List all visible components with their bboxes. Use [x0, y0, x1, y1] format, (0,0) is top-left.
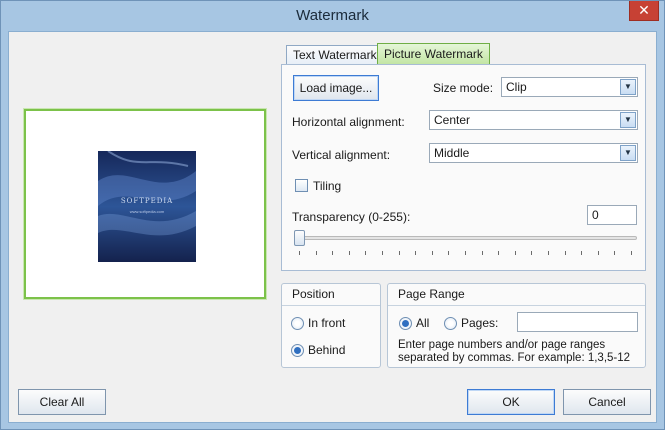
size-mode-value: Clip — [506, 80, 527, 94]
transparency-slider-thumb[interactable] — [294, 230, 305, 246]
preview-watermark-subtext: www.softpedia.com — [129, 209, 165, 214]
slider-tick — [415, 251, 417, 255]
vertical-alignment-label: Vertical alignment: — [292, 148, 391, 162]
vertical-alignment-select[interactable]: Middle ▼ — [429, 143, 638, 163]
chevron-down-icon[interactable]: ▼ — [620, 112, 636, 128]
behind-label: Behind — [308, 343, 346, 357]
in-front-label: In front — [308, 316, 346, 330]
slider-tick — [581, 251, 583, 255]
size-mode-label: Size mode: — [433, 81, 494, 95]
slider-tick — [465, 251, 466, 255]
behind-radio[interactable] — [291, 344, 304, 357]
horizontal-alignment-select[interactable]: Center ▼ — [429, 110, 638, 130]
slider-tick — [548, 251, 549, 255]
cancel-button[interactable]: Cancel — [563, 389, 651, 415]
slider-tick — [299, 251, 300, 255]
picture-watermark-panel: Load image... Size mode: Clip ▼ Horizont… — [281, 64, 646, 271]
pages-input[interactable] — [517, 312, 638, 332]
all-pages-radio[interactable] — [399, 317, 412, 330]
size-mode-select[interactable]: Clip ▼ — [501, 77, 638, 97]
all-pages-label: All — [416, 316, 430, 330]
tiling-checkbox[interactable] — [295, 179, 308, 192]
chevron-down-icon[interactable]: ▼ — [620, 79, 636, 95]
dialog-title: Watermark — [296, 7, 369, 24]
slider-tick — [348, 251, 350, 255]
slider-tick — [448, 251, 450, 255]
page-range-group-title: Page Range — [388, 284, 645, 306]
slider-tick — [332, 251, 334, 255]
page-range-note-line-2: separated by commas. For example: 1,3,5-… — [398, 352, 631, 364]
slider-tick — [514, 251, 516, 255]
vertical-alignment-value: Middle — [434, 146, 470, 160]
close-button[interactable]: ✕ — [629, 1, 659, 21]
slider-tick — [398, 251, 400, 255]
position-group-title: Position — [282, 284, 380, 306]
in-front-radio[interactable] — [291, 317, 304, 330]
slider-tick — [564, 251, 566, 255]
tab-picture-watermark[interactable]: Picture Watermark — [377, 43, 490, 66]
slider-tick — [481, 251, 483, 255]
page-range-note-line-1: Enter page numbers and/or page ranges — [398, 339, 606, 351]
transparency-label: Transparency (0-255): — [292, 210, 411, 224]
slider-tick — [531, 251, 533, 255]
page-range-group: Page Range All Pages: Enter page numbers… — [387, 283, 646, 368]
slider-tick — [382, 251, 383, 255]
transparency-input[interactable]: 0 — [587, 205, 637, 225]
watermark-preview: SOFTPEDIA www.softpedia.com — [24, 109, 266, 299]
horizontal-alignment-label: Horizontal alignment: — [292, 115, 405, 129]
load-image-button[interactable]: Load image... — [293, 75, 379, 101]
chevron-down-icon[interactable]: ▼ — [620, 145, 636, 161]
tiling-label: Tiling — [313, 179, 342, 193]
slider-tick — [365, 251, 367, 255]
slider-tick — [431, 251, 433, 255]
title-bar[interactable]: Watermark ✕ — [1, 1, 664, 31]
dialog-client-area: SOFTPEDIA www.softpedia.com Text Waterma… — [8, 31, 657, 423]
tab-text-watermark[interactable]: Text Watermark — [286, 45, 378, 65]
position-group: Position In front Behind — [281, 283, 381, 368]
preview-image-graphic — [98, 151, 196, 262]
ok-button[interactable]: OK — [467, 389, 555, 415]
slider-tick — [614, 251, 616, 255]
clear-all-button[interactable]: Clear All — [18, 389, 106, 415]
pages-radio[interactable] — [444, 317, 457, 330]
pages-label: Pages: — [461, 316, 499, 330]
slider-tick — [597, 251, 599, 255]
slider-tick — [315, 251, 317, 255]
transparency-slider-track[interactable] — [294, 236, 637, 240]
slider-tick — [631, 251, 632, 255]
preview-image: SOFTPEDIA www.softpedia.com — [98, 151, 196, 262]
watermark-dialog: Watermark ✕ SOFTPEDIA www.softpedia.com … — [0, 0, 665, 430]
slider-tick — [498, 251, 500, 255]
preview-watermark-text: SOFTPEDIA — [120, 197, 174, 205]
horizontal-alignment-value: Center — [434, 113, 471, 127]
